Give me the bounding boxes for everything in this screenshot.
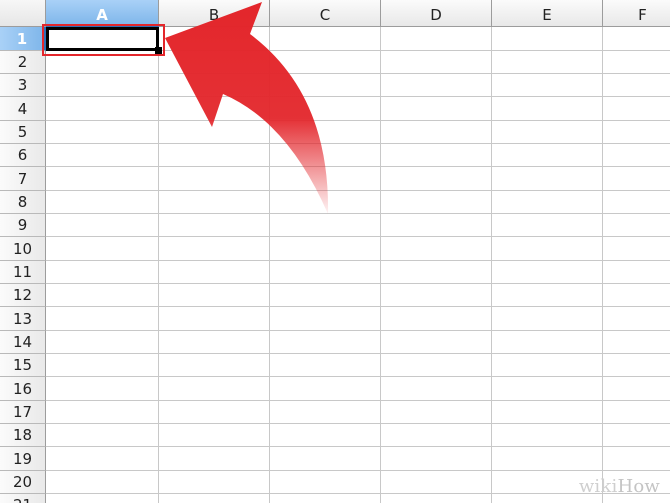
row-gridline — [46, 400, 670, 401]
row-gridline — [46, 213, 670, 214]
select-all-corner[interactable] — [0, 0, 46, 27]
row-header-14[interactable]: 14 — [0, 331, 46, 354]
row-header-18[interactable]: 18 — [0, 424, 46, 447]
row-gridline — [46, 166, 670, 167]
row-header-5[interactable]: 5 — [0, 121, 46, 144]
row-header-10[interactable]: 10 — [0, 237, 46, 261]
row-header-17[interactable]: 17 — [0, 401, 46, 424]
row-gridline — [46, 143, 670, 144]
row-gridline — [46, 260, 670, 261]
row-header-19[interactable]: 19 — [0, 447, 46, 471]
row-header-16[interactable]: 16 — [0, 377, 46, 401]
column-gridline — [380, 27, 381, 503]
column-header-e[interactable]: E — [492, 0, 603, 27]
watermark-part1: wiki — [578, 476, 618, 497]
row-gridline — [46, 376, 670, 377]
row-gridline — [46, 446, 670, 447]
row-gridline — [46, 236, 670, 237]
row-gridline — [46, 470, 670, 471]
row-gridline — [46, 73, 670, 74]
column-gridline — [491, 27, 492, 503]
row-header-7[interactable]: 7 — [0, 167, 46, 191]
row-gridline — [46, 306, 670, 307]
row-header-4[interactable]: 4 — [0, 97, 46, 121]
column-header-a[interactable]: A — [46, 0, 159, 27]
column-header-d[interactable]: D — [381, 0, 492, 27]
spreadsheet-grid: ABCDEF 123456789101112131415161718192021… — [0, 0, 670, 503]
cell-highlight-annotation — [42, 24, 165, 56]
watermark-part2: How — [617, 476, 660, 497]
row-gridline — [46, 190, 670, 191]
row-header-11[interactable]: 11 — [0, 261, 46, 284]
row-header-2[interactable]: 2 — [0, 51, 46, 74]
row-gridline — [46, 330, 670, 331]
row-header-13[interactable]: 13 — [0, 307, 46, 331]
row-header-6[interactable]: 6 — [0, 144, 46, 167]
row-gridline — [46, 283, 670, 284]
row-header-20[interactable]: 20 — [0, 471, 46, 494]
row-gridline — [46, 493, 670, 494]
row-gridline — [46, 96, 670, 97]
watermark-logo: wikiHow — [579, 476, 660, 497]
row-header-3[interactable]: 3 — [0, 74, 46, 97]
row-header-21[interactable]: 21 — [0, 494, 46, 503]
row-header-12[interactable]: 12 — [0, 284, 46, 307]
row-gridline — [46, 423, 670, 424]
row-gridline — [46, 353, 670, 354]
row-header-8[interactable]: 8 — [0, 191, 46, 214]
row-header-1[interactable]: 1 — [0, 27, 46, 51]
row-gridline — [46, 120, 670, 121]
curved-arrow-icon — [165, 2, 329, 214]
column-gridline — [158, 27, 159, 503]
column-gridline — [602, 27, 603, 503]
row-header-15[interactable]: 15 — [0, 354, 46, 377]
row-header-9[interactable]: 9 — [0, 214, 46, 237]
column-header-f[interactable]: F — [603, 0, 670, 27]
